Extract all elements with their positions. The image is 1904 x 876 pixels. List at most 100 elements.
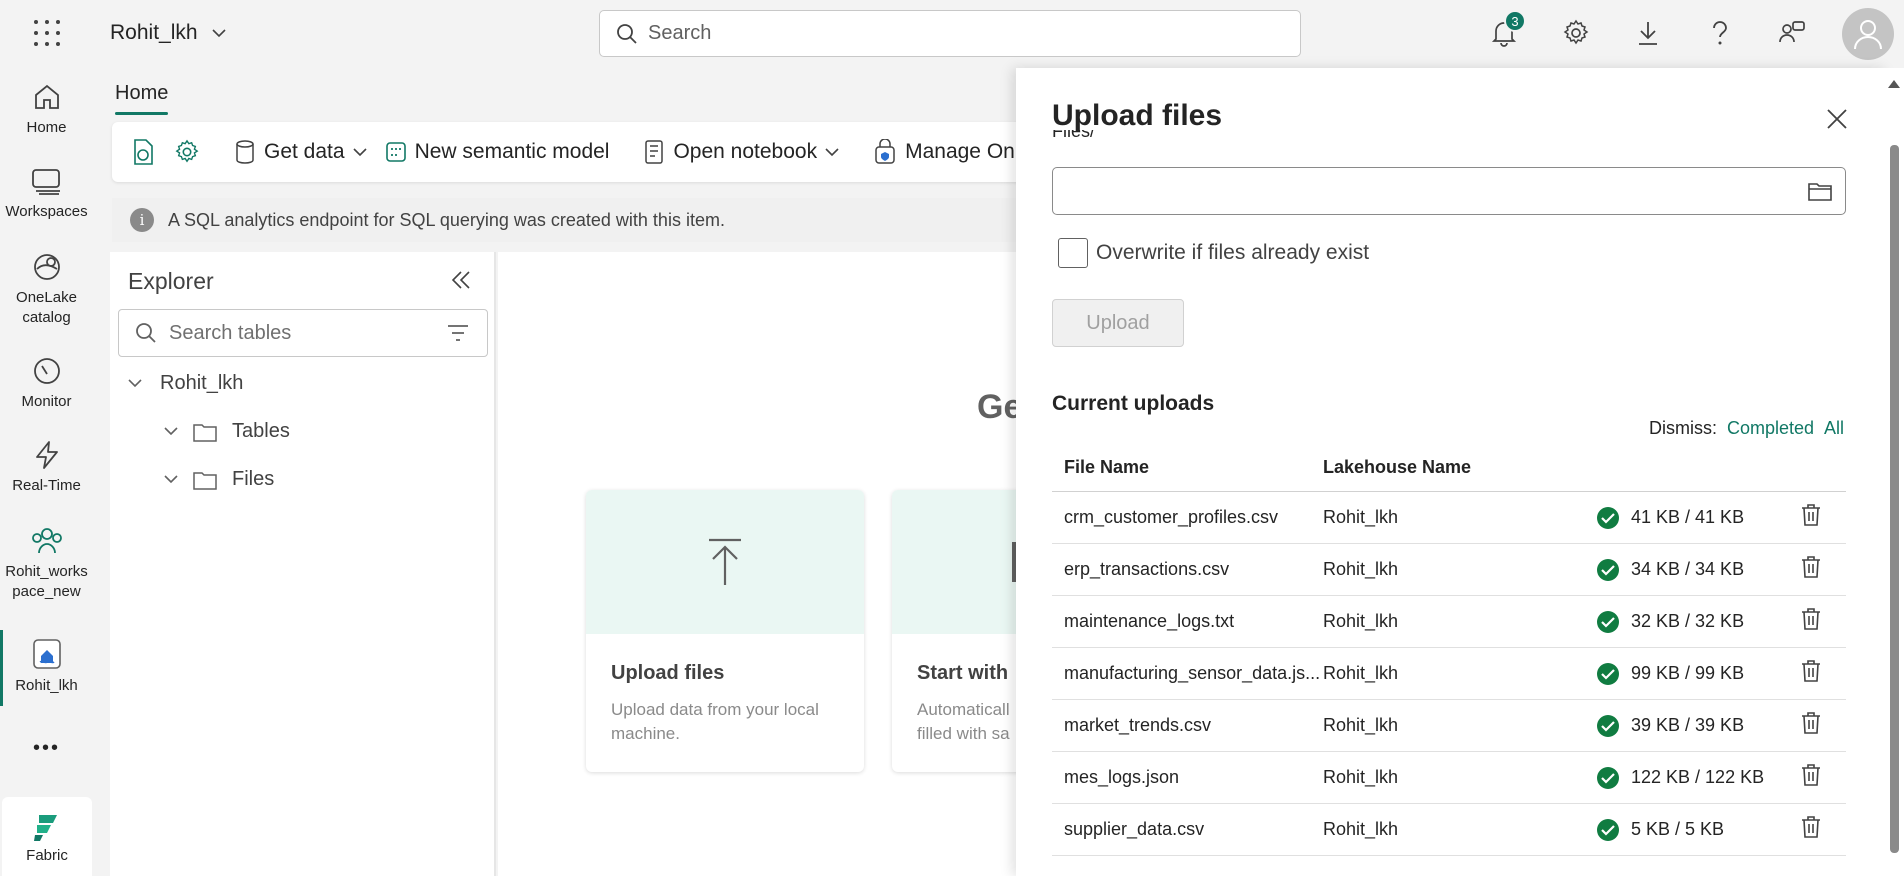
workspace-switcher[interactable]: Rohit_lkh <box>110 21 226 45</box>
people-feedback-icon <box>1779 21 1805 43</box>
tree-node-label: Tables <box>232 420 290 442</box>
folder-icon <box>193 423 217 442</box>
uploads-table: File Name Lakehouse Name crm_customer_pr… <box>1052 444 1846 856</box>
close-icon <box>1827 109 1847 129</box>
rail-item-home[interactable]: Home <box>0 82 93 138</box>
folder-icon[interactable] <box>1807 180 1833 202</box>
download-button[interactable] <box>1630 14 1666 52</box>
checkmark-circle-icon <box>1597 506 1619 529</box>
open-notebook-button[interactable]: Open notebook <box>643 139 839 165</box>
dismiss-bar: Dismiss: Completed All <box>1649 418 1844 439</box>
settings-ribbon-button[interactable] <box>174 139 200 165</box>
overwrite-checkbox[interactable] <box>1058 238 1088 268</box>
close-button[interactable] <box>1826 108 1848 135</box>
tree-node-files[interactable]: Files <box>164 468 274 491</box>
trash-icon <box>1802 712 1820 734</box>
upload-size: 34 KB / 34 KB <box>1631 559 1745 579</box>
refresh-lakehouse-icon <box>134 139 153 165</box>
search-icon <box>136 323 156 343</box>
tree-node-tables[interactable]: Tables <box>164 420 290 443</box>
help-button[interactable] <box>1702 14 1738 52</box>
notebook-icon <box>645 140 664 164</box>
dismiss-completed-link[interactable]: Completed <box>1727 418 1814 439</box>
gear-icon <box>175 139 199 163</box>
upload-files-card[interactable]: Upload files Upload data from your local… <box>586 490 864 772</box>
semantic-model-icon <box>385 142 406 162</box>
avatar[interactable] <box>1842 8 1894 60</box>
tree-node-lakehouse[interactable]: Rohit_lkh <box>128 372 243 395</box>
notifications-button[interactable]: 3 <box>1486 10 1526 52</box>
filter-icon[interactable] <box>447 324 469 342</box>
file-name-cell: maintenance_logs.txt <box>1064 611 1235 631</box>
chevron-down-icon <box>128 379 142 388</box>
rail-label: OneLake catalog <box>16 289 77 326</box>
upload-size: 99 KB / 99 KB <box>1631 663 1745 683</box>
search-tables-input[interactable]: Search tables <box>118 309 488 357</box>
lakehouse-name-cell: Rohit_lkh <box>1323 715 1399 735</box>
delete-button[interactable] <box>1800 555 1822 584</box>
lakehouse-name-cell: Rohit_lkh <box>1323 507 1399 527</box>
scroll-thumb[interactable] <box>1890 145 1899 853</box>
file-name-cell: mes_logs.json <box>1064 767 1180 787</box>
rail-item-monitor[interactable]: Monitor <box>0 356 93 412</box>
start-with-sample-card[interactable]: Start with Automaticall filled with sa <box>892 490 1032 772</box>
download-icon <box>1639 22 1657 45</box>
upload-status-cell: 32 KB / 32 KB <box>1597 610 1745 633</box>
refresh-button[interactable] <box>130 138 156 166</box>
lakehouse-name-cell: Rohit_lkh <box>1323 611 1399 631</box>
global-search-input[interactable]: Search <box>599 10 1301 57</box>
delete-button[interactable] <box>1800 659 1822 688</box>
lakehouse-name-cell: Rohit_lkh <box>1323 819 1399 839</box>
tab-home[interactable]: Home <box>115 82 169 115</box>
search-placeholder: Search <box>648 22 712 44</box>
upload-status-cell: 99 KB / 99 KB <box>1597 662 1745 685</box>
table-row: crm_customer_profiles.csv Rohit_lkh 41 KB … <box>1052 492 1846 544</box>
upload-status-cell: 39 KB / 39 KB <box>1597 714 1744 737</box>
rail-item-lakehouse[interactable]: Rohit_lkh <box>0 630 93 706</box>
lakehouse-name-cell: Rohit_lkh <box>1323 767 1399 787</box>
delete-button[interactable] <box>1800 607 1822 636</box>
delete-button[interactable] <box>1800 711 1822 740</box>
open-notebook-label: Open notebook <box>673 140 818 163</box>
manage-onelake-button[interactable]: Manage On <box>873 139 1015 165</box>
file-name-cell: manufacturing_sensor_data.js... <box>1064 663 1320 683</box>
lightning-icon <box>35 441 58 469</box>
overwrite-label: Overwrite if files already exist <box>1096 241 1370 264</box>
chevron-down-icon <box>211 28 226 37</box>
card-title: Start with <box>917 662 1009 684</box>
settings-button[interactable] <box>1558 14 1594 52</box>
upload-size: 32 KB / 32 KB <box>1631 611 1745 631</box>
upload-button[interactable]: Upload <box>1052 299 1184 347</box>
fabric-switcher[interactable]: Fabric <box>2 797 92 876</box>
delete-button[interactable] <box>1800 763 1822 792</box>
rail-label: Home <box>26 119 67 136</box>
new-semantic-model-button[interactable]: New semantic model <box>385 140 609 164</box>
chevron-down-icon <box>825 147 839 156</box>
rail-item-workspaces[interactable]: Workspaces <box>0 168 93 222</box>
get-data-button[interactable]: Get data <box>234 139 367 165</box>
collapse-explorer-button[interactable] <box>450 270 472 295</box>
checkmark-circle-icon <box>1597 610 1619 633</box>
delete-button[interactable] <box>1800 503 1822 532</box>
files-field-label: Files/ <box>1052 130 1112 142</box>
rail-more-button[interactable]: ••• <box>0 738 93 758</box>
chevron-down-icon <box>352 147 367 156</box>
rail-item-realtime[interactable]: Real-Time <box>0 440 93 496</box>
upload-size: 41 KB / 41 KB <box>1631 507 1745 527</box>
dismiss-all-link[interactable]: All <box>1824 418 1844 439</box>
feedback-button[interactable] <box>1774 14 1810 52</box>
delete-button[interactable] <box>1800 815 1822 844</box>
rail-item-onelake[interactable]: OneLake catalog <box>0 252 93 328</box>
rail-item-workspace-new[interactable]: Rohit_workspace_new <box>0 526 93 602</box>
file-picker-input[interactable] <box>1052 167 1846 215</box>
app-launcher-icon[interactable] <box>34 20 60 46</box>
upload-arrow-icon <box>709 538 741 585</box>
table-row: mes_logs.json Rohit_lkh 122 KB / 122 KB <box>1052 752 1846 804</box>
overwrite-option[interactable]: Overwrite if files already exist <box>1058 238 1369 268</box>
dismiss-label: Dismiss: <box>1649 418 1717 438</box>
question-icon <box>1713 21 1727 45</box>
checkmark-circle-icon <box>1597 766 1619 789</box>
scroll-up-arrow[interactable] <box>1888 80 1900 88</box>
trash-icon <box>1802 556 1820 578</box>
info-icon: i <box>130 208 154 232</box>
